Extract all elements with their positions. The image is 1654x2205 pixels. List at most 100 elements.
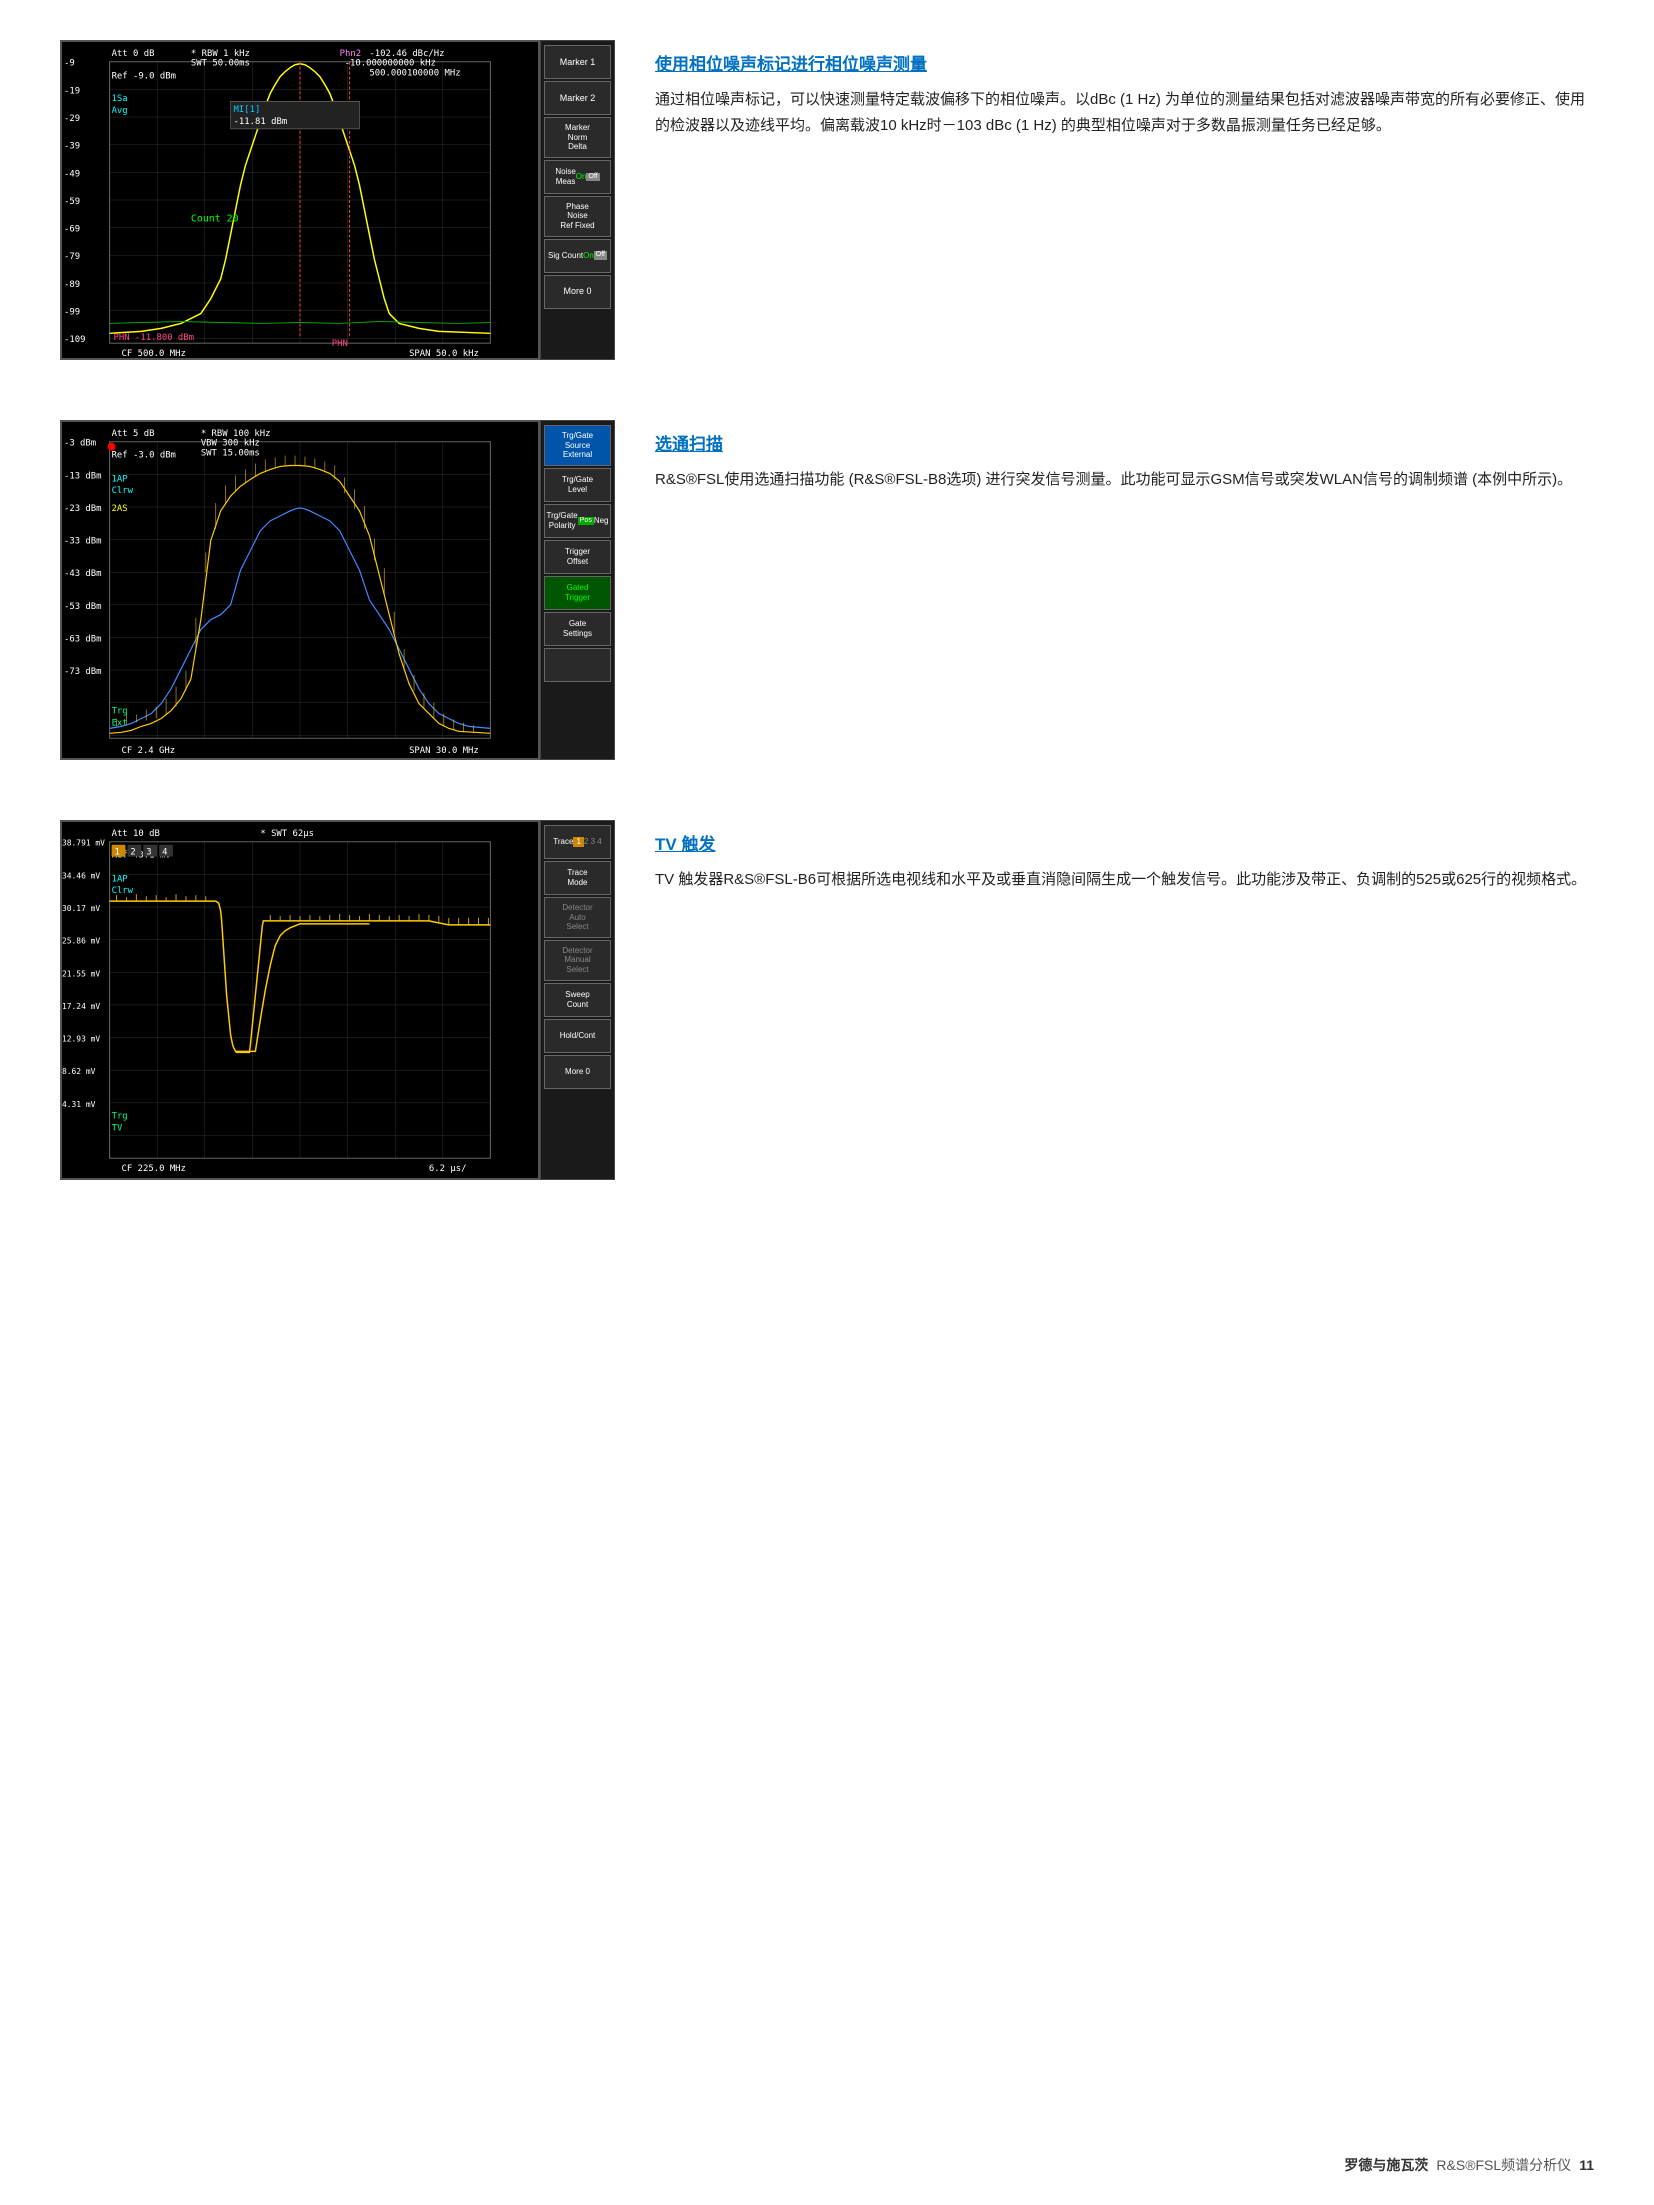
softkey-sig-count[interactable]: Sig CountOn Off: [544, 239, 611, 273]
svg-text:-3 dBm: -3 dBm: [64, 439, 96, 449]
footer-model: R&S®FSL频谱分析仪: [1436, 2155, 1571, 2175]
svg-text:Ref -3.0 dBm: Ref -3.0 dBm: [112, 451, 176, 461]
svg-text:-9: -9: [64, 59, 75, 69]
svg-text:1AP: 1AP: [112, 474, 128, 484]
svg-text:-89: -89: [64, 280, 80, 290]
svg-text:Ref -9.0 dBm: Ref -9.0 dBm: [112, 72, 176, 82]
svg-text:-19: -19: [64, 86, 80, 96]
softkey-empty-2: [544, 648, 611, 682]
svg-text:-29: -29: [64, 114, 80, 124]
softkey-noise-meas[interactable]: NoiseMeasOn Off: [544, 160, 611, 194]
softkey-trg-polarity[interactable]: Trg/GatePolarityPos Neg: [544, 504, 611, 538]
svg-text:2AS: 2AS: [112, 504, 128, 514]
softkey-gated-trigger[interactable]: GatedTrigger: [544, 576, 611, 610]
section-3-title: TV 触发: [655, 830, 1594, 855]
svg-text:3: 3: [146, 848, 151, 858]
softkey-panel-1: Marker 1 Marker 2 MarkerNormDelta NoiseM…: [540, 40, 615, 360]
svg-text:SWT 50.00ms: SWT 50.00ms: [191, 59, 250, 69]
svg-text:Ref 43.1 mV: Ref 43.1 mV: [112, 851, 172, 861]
svg-text:4: 4: [162, 848, 167, 858]
footer-page: 11: [1579, 2157, 1594, 2173]
svg-text:-53 dBm: -53 dBm: [64, 602, 102, 612]
svg-text:SPAN 30.0 MHz: SPAN 30.0 MHz: [409, 746, 479, 756]
svg-text:* RBW 100 kHz: * RBW 100 kHz: [201, 429, 271, 439]
svg-text:2: 2: [130, 848, 135, 858]
svg-text:CF 2.4 GHz: CF 2.4 GHz: [122, 746, 176, 756]
svg-text:-63 dBm: -63 dBm: [64, 634, 102, 644]
softkey-marker-normdelta[interactable]: MarkerNormDelta: [544, 117, 611, 158]
screen-2-with-buttons: Att 5 dB Ref -3.0 dBm * RBW 100 kHz VBW …: [60, 420, 615, 760]
svg-text:8.62 mV: 8.62 mV: [62, 1067, 96, 1076]
softkey-trg-level[interactable]: Trg/GateLevel: [544, 468, 611, 502]
section-phase-noise: Count 20 MI[1] -11.81 dBm Att 0 dB Ref -…: [60, 40, 1594, 360]
svg-text:-10.000000000 kHz: -10.000000000 kHz: [345, 59, 436, 69]
svg-text:500.000100000 MHz: 500.000100000 MHz: [369, 69, 460, 79]
svg-text:SWT 15.00ms: SWT 15.00ms: [201, 449, 260, 459]
softkey-trg-source[interactable]: Trg/GateSourceExternal: [544, 425, 611, 466]
spectrum-screen-3: Att 10 dB Ref 43.1 mV * SWT 62µs 1 2 3 4: [60, 820, 540, 1180]
svg-text:30.17 mV: 30.17 mV: [62, 904, 100, 913]
svg-text:12.93 mV: 12.93 mV: [62, 1035, 100, 1044]
svg-text:-102.46 dBc/Hz: -102.46 dBc/Hz: [369, 49, 444, 59]
svg-text:-39: -39: [64, 142, 80, 152]
section-2-text: 选通扫描 R&S®FSL使用选通扫描功能 (R&S®FSL-B8选项) 进行突发…: [655, 420, 1594, 493]
softkey-trace-mode[interactable]: TraceMode: [544, 861, 611, 895]
svg-text:TV: TV: [112, 1124, 123, 1134]
softkey-detector-auto[interactable]: DetectorAutoSelect: [544, 897, 611, 938]
svg-text:-69: -69: [64, 225, 80, 235]
svg-text:-11.81 dBm: -11.81 dBm: [234, 117, 288, 127]
softkey-more-1[interactable]: More 0: [544, 275, 611, 309]
svg-text:* SWT 62µs: * SWT 62µs: [260, 829, 314, 839]
softkey-panel-2: Trg/GateSourceExternal Trg/GateLevel Trg…: [540, 420, 615, 760]
svg-text:4.31 mV: 4.31 mV: [62, 1100, 96, 1109]
screen-3-with-buttons: Att 10 dB Ref 43.1 mV * SWT 62µs 1 2 3 4: [60, 820, 615, 1180]
section-1-text: 使用相位噪声标记进行相位噪声测量 通过相位噪声标记，可以快速测量特定载波偏移下的…: [655, 40, 1594, 138]
svg-text:-79: -79: [64, 252, 80, 262]
svg-text:-13 dBm: -13 dBm: [64, 471, 102, 481]
spectrum-screen-2: Att 5 dB Ref -3.0 dBm * RBW 100 kHz VBW …: [60, 420, 540, 760]
softkey-marker1[interactable]: Marker 1: [544, 45, 611, 79]
screen-2-container: Att 5 dB Ref -3.0 dBm * RBW 100 kHz VBW …: [60, 420, 615, 760]
svg-text:25.86 mV: 25.86 mV: [62, 937, 100, 946]
svg-text:-43 dBm: -43 dBm: [64, 569, 102, 579]
svg-text:CF 225.0 MHz: CF 225.0 MHz: [122, 1164, 186, 1174]
svg-text:VBW 300 kHz: VBW 300 kHz: [201, 439, 260, 449]
svg-text:Avg: Avg: [112, 106, 128, 116]
section-3-text: TV 触发 TV 触发器R&S®FSL-B6可根据所选电视线和水平及或垂直消隐间…: [655, 820, 1594, 893]
softkey-panel-3: Trace1 2 3 4 TraceMode DetectorAutoSelec…: [540, 820, 615, 1180]
screen-3-container: Att 10 dB Ref 43.1 mV * SWT 62µs 1 2 3 4: [60, 820, 615, 1180]
section-1-body: 通过相位噪声标记，可以快速测量特定载波偏移下的相位噪声。以dBc (1 Hz) …: [655, 87, 1594, 138]
softkey-trigger-offset[interactable]: TriggerOffset: [544, 540, 611, 574]
svg-text:Trg: Trg: [112, 1112, 128, 1122]
svg-text:34.46 mV: 34.46 mV: [62, 871, 100, 880]
softkey-gate-settings[interactable]: GateSettings: [544, 612, 611, 646]
svg-text:38.791 mV: 38.791 mV: [62, 839, 105, 848]
svg-text:-23 dBm: -23 dBm: [64, 504, 102, 514]
svg-text:-33 dBm: -33 dBm: [64, 537, 102, 547]
svg-text:17.24 mV: 17.24 mV: [62, 1002, 100, 1011]
softkey-trace-nums[interactable]: Trace1 2 3 4: [544, 825, 611, 859]
svg-text:CF 500.0 MHz: CF 500.0 MHz: [122, 349, 186, 358]
section-2-body: R&S®FSL使用选通扫描功能 (R&S®FSL-B8选项) 进行突发信号测量。…: [655, 467, 1594, 493]
svg-text:Clrw: Clrw: [112, 886, 134, 896]
svg-text:PHN -11.800 dBm: PHN -11.800 dBm: [114, 333, 194, 343]
svg-text:1Sa: 1Sa: [112, 94, 128, 104]
section-tv-trigger: Att 10 dB Ref 43.1 mV * SWT 62µs 1 2 3 4: [60, 820, 1594, 1180]
softkey-more-3[interactable]: More 0: [544, 1055, 611, 1089]
svg-text:-49: -49: [64, 169, 80, 179]
svg-text:Ext: Ext: [112, 718, 128, 728]
svg-text:* RBW 1 kHz: * RBW 1 kHz: [191, 49, 250, 59]
softkey-detector-manual[interactable]: DetectorManualSelect: [544, 940, 611, 981]
footer-brand: 罗德与施瓦茨: [1344, 2155, 1428, 2175]
softkey-sweep-count[interactable]: SweepCount: [544, 983, 611, 1017]
softkey-hold-cont[interactable]: Hold/Cont: [544, 1019, 611, 1053]
svg-text:-99: -99: [64, 308, 80, 318]
softkey-phase-noise[interactable]: PhaseNoiseRef Fixed: [544, 196, 611, 237]
spectrum-screen-1: Count 20 MI[1] -11.81 dBm Att 0 dB Ref -…: [60, 40, 540, 360]
svg-text:Phn2: Phn2: [340, 49, 361, 59]
softkey-marker2[interactable]: Marker 2: [544, 81, 611, 115]
svg-text:Count 20: Count 20: [191, 214, 239, 225]
svg-text:1: 1: [115, 848, 120, 858]
svg-text:MI[1]: MI[1]: [234, 105, 261, 115]
svg-text:Trg: Trg: [112, 707, 128, 717]
